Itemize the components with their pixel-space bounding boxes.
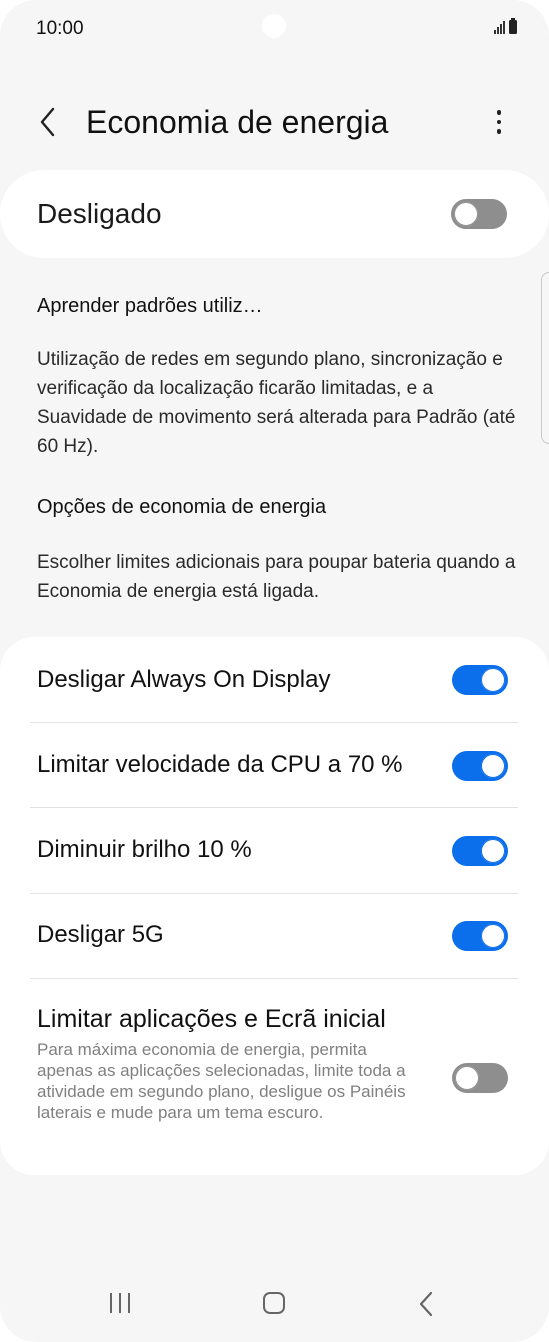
option-subtitle: Para máxima economia de energia, permita… [37, 1040, 406, 1122]
option-toggle[interactable] [452, 751, 508, 781]
option-label: Desligar Always On Display [37, 666, 331, 693]
master-switch-label: Desligado [37, 198, 162, 229]
option-label: Limitar aplicações e Ecrã inicial [37, 1005, 386, 1033]
options-card: Desligar Always On Display Limitar veloc… [0, 637, 549, 1175]
page-title: Economia de energia [86, 104, 389, 140]
master-toggle[interactable] [451, 199, 507, 229]
back-button[interactable] [30, 104, 66, 140]
signal-icon [494, 20, 505, 34]
option-label: Diminuir brilho 10 % [37, 836, 252, 863]
option-toggle[interactable] [452, 836, 508, 866]
phone-screen: 10:00 Economia de energia Desligado Apre… [0, 0, 549, 1342]
option-toggle[interactable] [452, 1063, 508, 1093]
more-options-icon [496, 110, 502, 115]
options-section-description: Escolher limites adicionais para poupar … [37, 552, 516, 602]
home-icon[interactable] [263, 1292, 285, 1314]
option-brightness[interactable]: Diminuir brilho 10 % [0, 808, 549, 893]
option-label: Limitar velocidade da CPU a 70 % [37, 751, 403, 778]
back-arrow-icon [40, 107, 55, 137]
option-toggle[interactable] [452, 921, 508, 951]
option-toggle[interactable] [452, 665, 508, 695]
option-aod[interactable]: Desligar Always On Display [0, 637, 549, 723]
more-options-button[interactable] [484, 104, 514, 140]
learn-section-title[interactable]: Aprender padrões utiliz… [37, 295, 263, 318]
camera-cutout [262, 14, 286, 38]
status-icons [494, 18, 517, 34]
scrollbar[interactable] [541, 272, 549, 444]
battery-icon [509, 18, 517, 34]
option-cpu[interactable]: Limitar velocidade da CPU a 70 % [0, 723, 549, 808]
option-limit-apps[interactable]: Limitar aplicações e Ecrã inicial Para m… [0, 979, 549, 1175]
master-switch-row[interactable]: Desligado [0, 170, 549, 258]
options-section-title: Opções de economia de energia [37, 496, 327, 518]
recent-apps-icon[interactable] [110, 1293, 130, 1313]
option-label: Desligar 5G [37, 921, 164, 948]
status-time: 10:00 [36, 18, 84, 39]
learn-section-description: Utilização de redes em segundo plano, si… [37, 349, 516, 457]
option-5g[interactable]: Desligar 5G [0, 894, 549, 979]
back-icon[interactable] [418, 1290, 434, 1318]
